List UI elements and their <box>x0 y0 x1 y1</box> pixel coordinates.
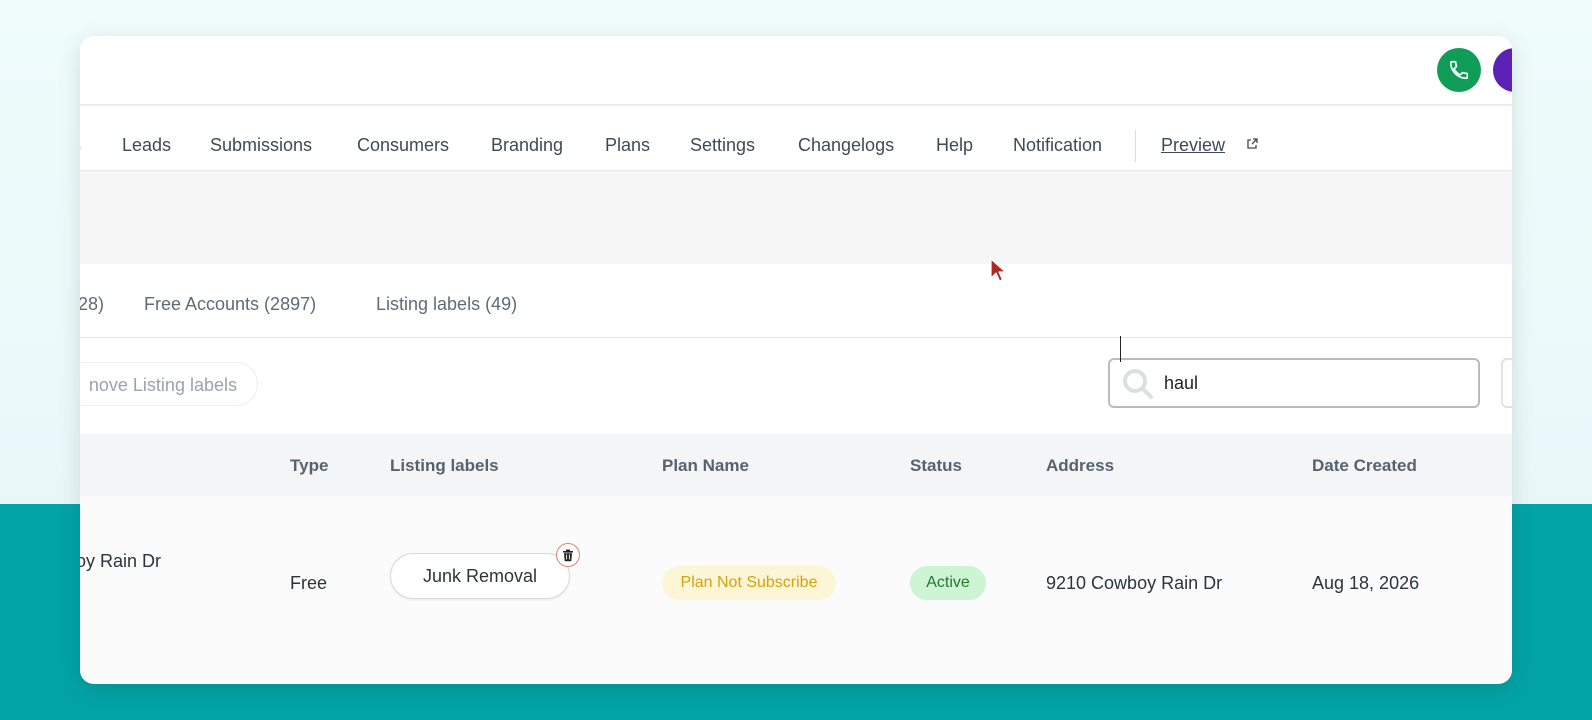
page-header-band <box>80 170 1512 265</box>
nav-item-consumers[interactable]: Consumers <box>357 135 449 156</box>
tab-listing-labels[interactable]: Listing labels (49) <box>376 294 517 315</box>
table-toolbar: nove Listing labels <box>80 338 1512 434</box>
account-tabs: 28) Free Accounts (2897) Listing labels … <box>80 264 1512 338</box>
search-box[interactable] <box>1108 358 1480 408</box>
search-input[interactable] <box>1164 370 1464 396</box>
row-name[interactable]: oy Rain Dr <box>80 551 161 572</box>
listing-label-chip[interactable]: Junk Removal <box>390 553 570 599</box>
nav-item-settings[interactable]: Settings <box>690 135 755 156</box>
toolbar-action-button[interactable] <box>1501 358 1512 408</box>
tab-free-accounts[interactable]: Free Accounts (2897) <box>144 294 316 315</box>
row-type: Free <box>290 573 328 593</box>
top-bar <box>80 36 1512 106</box>
column-header-type[interactable]: Type <box>290 456 328 476</box>
column-header-status[interactable]: Status <box>910 456 962 476</box>
plan-name-badge: Plan Not Subscribe <box>662 566 836 600</box>
search-icon <box>1123 369 1153 399</box>
external-link-icon <box>1247 138 1258 149</box>
trash-icon <box>563 549 573 561</box>
remove-label-button[interactable] <box>556 543 580 567</box>
remove-listing-labels-button[interactable]: nove Listing labels <box>80 362 258 406</box>
column-header-listing-labels[interactable]: Listing labels <box>390 456 499 476</box>
nav-item-plans[interactable]: Plans <box>605 135 650 156</box>
app-window: s Leads Submissions Consumers Branding P… <box>80 36 1512 684</box>
mouse-pointer-icon <box>990 258 1006 282</box>
column-header-date-created[interactable]: Date Created <box>1312 456 1417 476</box>
column-header-plan-name[interactable]: Plan Name <box>662 456 749 476</box>
status-badge: Active <box>910 566 986 600</box>
nav-item-leads[interactable]: Leads <box>122 135 171 156</box>
nav-item-branding[interactable]: Branding <box>491 135 563 156</box>
nav-item-help[interactable]: Help <box>936 135 973 156</box>
phone-icon <box>1449 60 1469 80</box>
column-header-address[interactable]: Address <box>1046 456 1114 476</box>
nav-item-active[interactable]: s <box>80 135 81 156</box>
row-date-created: Aug 18, 2026 <box>1312 573 1420 593</box>
nav-item-changelogs[interactable]: Changelogs <box>798 135 894 156</box>
avatar[interactable] <box>1493 48 1512 92</box>
text-caret <box>1120 336 1121 362</box>
nav-item-notification[interactable]: Notification <box>1013 135 1102 156</box>
nav-divider <box>1135 130 1136 162</box>
nav-item-preview[interactable]: Preview <box>1161 135 1225 156</box>
nav-item-submissions[interactable]: Submissions <box>210 135 312 156</box>
table-row[interactable]: oy Rain Dr Free Junk Removal Plan Not Su… <box>80 496 1512 684</box>
row-address: 9210 Cowboy Rain Dr <box>1046 573 1223 593</box>
table-header: Type Listing labels Plan Name Status Add… <box>80 434 1512 496</box>
tab-accounts-partial[interactable]: 28) <box>80 294 104 315</box>
phone-button[interactable] <box>1437 48 1481 92</box>
